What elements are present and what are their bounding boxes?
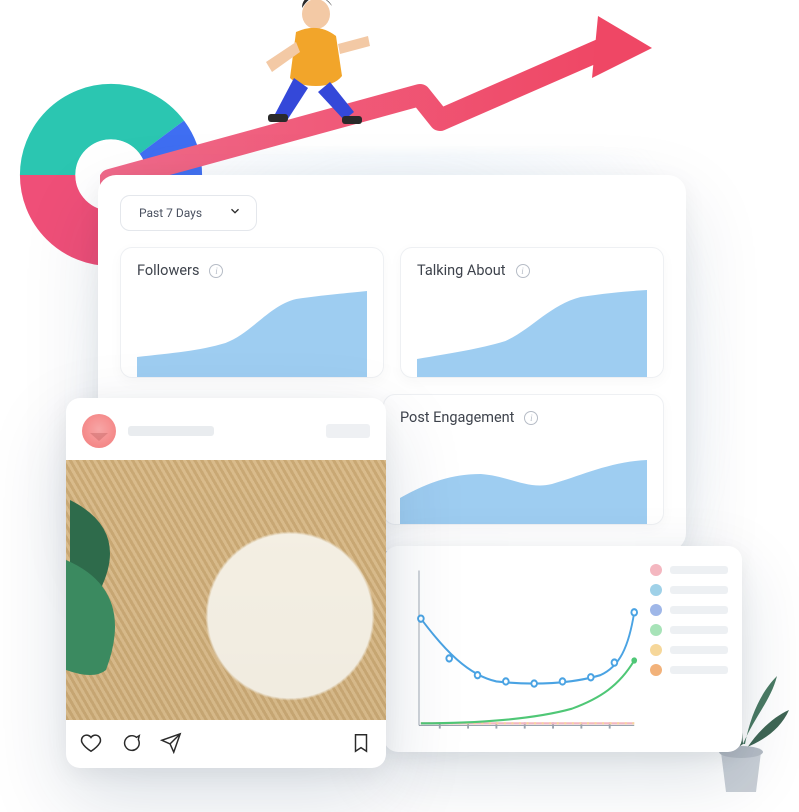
date-range-select[interactable]: Past 7 Days — [120, 195, 257, 231]
username-placeholder — [128, 426, 214, 436]
header-placeholder — [326, 424, 370, 438]
followers-title: Followers — [137, 262, 199, 279]
post-engagement-card: Post Engagement i — [383, 394, 664, 525]
post-engagement-sparkline — [400, 434, 647, 524]
legend-item — [650, 624, 728, 636]
bookmark-icon[interactable] — [350, 732, 372, 754]
post-header — [66, 398, 386, 460]
talking-about-title: Talking About — [417, 262, 506, 279]
line-chart-card — [384, 546, 742, 752]
info-icon[interactable]: i — [209, 264, 223, 278]
heart-icon[interactable] — [80, 732, 102, 754]
send-icon[interactable] — [160, 732, 182, 754]
social-post-card — [66, 398, 386, 768]
post-actions — [66, 720, 386, 768]
legend-item — [650, 644, 728, 656]
followers-card: Followers i — [120, 247, 384, 378]
info-icon[interactable]: i — [524, 411, 538, 425]
legend-item — [650, 664, 728, 676]
line-chart — [402, 560, 638, 738]
legend-item — [650, 584, 728, 596]
person-illustration — [246, 0, 376, 162]
avatar[interactable] — [82, 414, 116, 448]
comment-icon[interactable] — [120, 732, 142, 754]
talking-about-sparkline — [417, 287, 647, 377]
post-image[interactable] — [66, 460, 386, 720]
followers-sparkline — [137, 287, 367, 377]
talking-about-card: Talking About i — [400, 247, 664, 378]
post-engagement-title: Post Engagement — [400, 409, 514, 426]
legend-item — [650, 604, 728, 616]
chevron-down-icon — [228, 204, 242, 222]
chart-legend — [650, 560, 728, 738]
date-range-label: Past 7 Days — [139, 206, 202, 220]
info-icon[interactable]: i — [516, 264, 530, 278]
plant-leaf-decor — [66, 490, 150, 690]
legend-item — [650, 564, 728, 576]
